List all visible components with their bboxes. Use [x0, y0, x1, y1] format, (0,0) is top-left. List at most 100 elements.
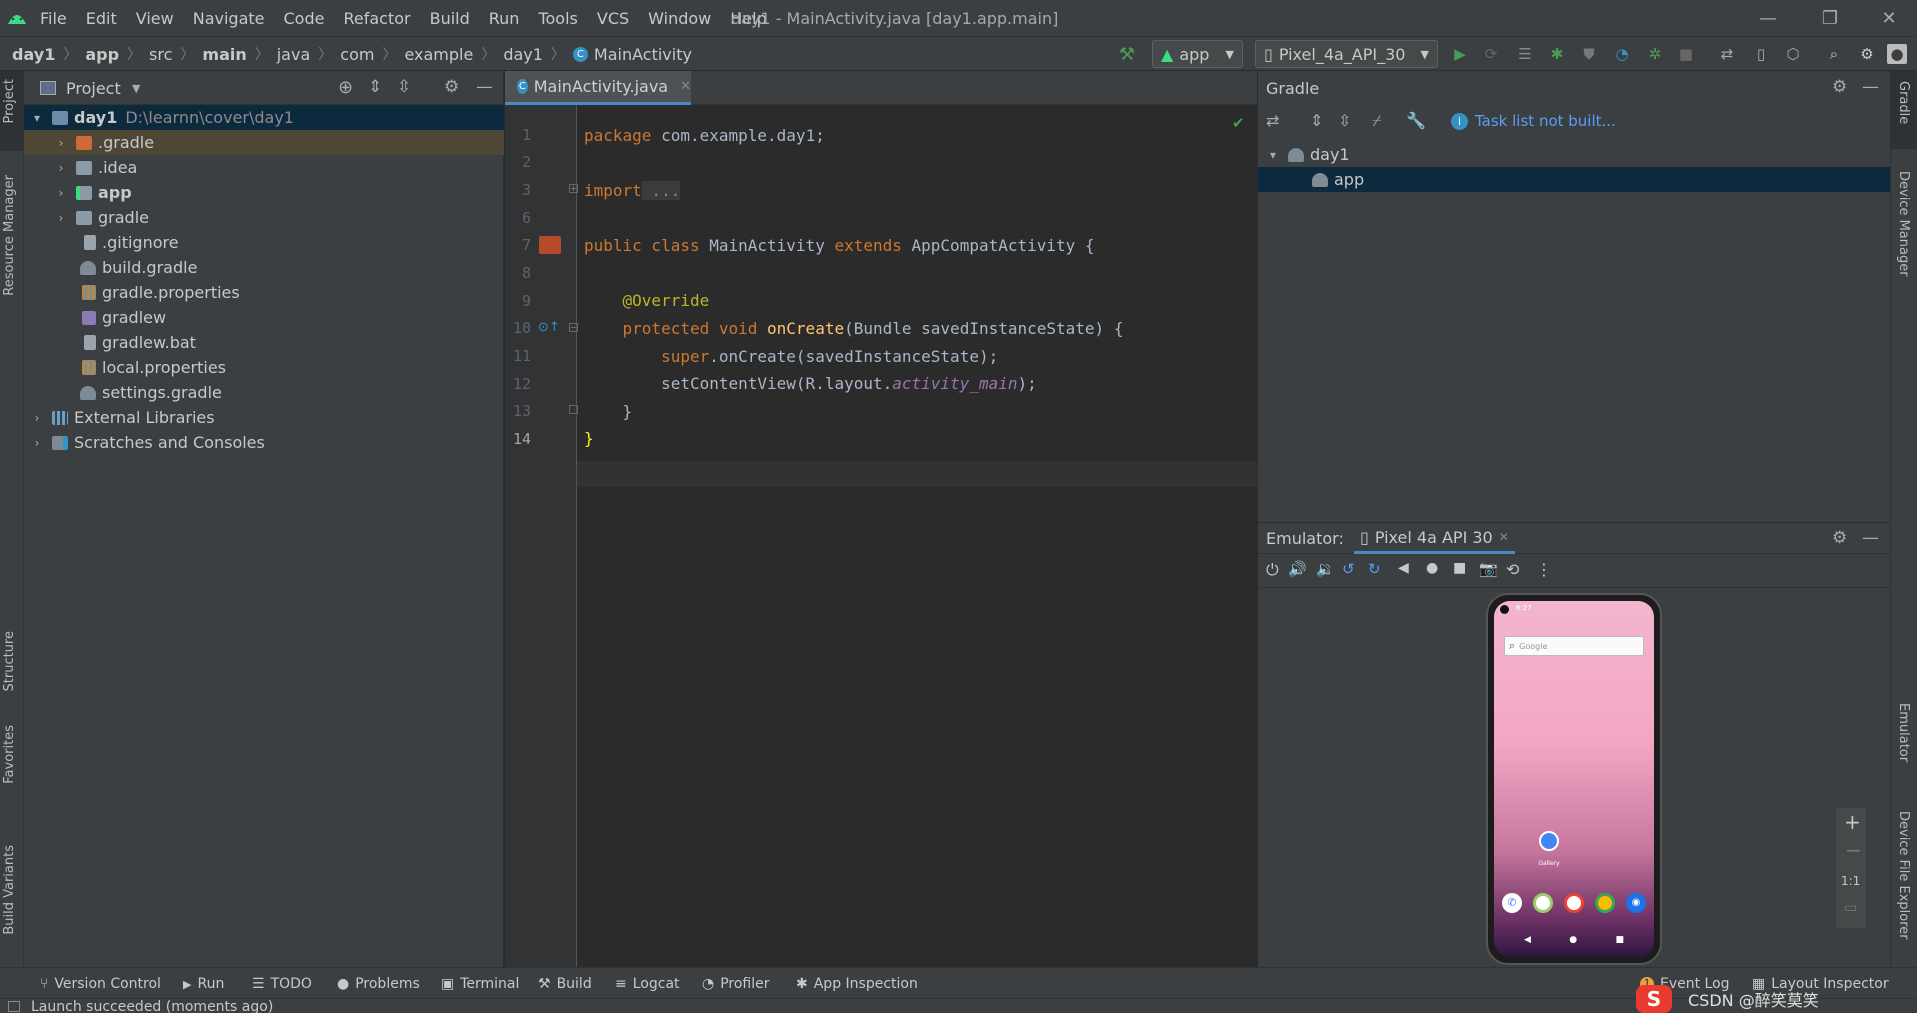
device-select[interactable]: ▯ Pixel_4a_API_30 ▼ [1255, 40, 1438, 68]
run-button[interactable]: ▶ [1450, 44, 1470, 64]
apply-code-changes-button[interactable]: ☰ [1515, 44, 1535, 64]
camera-app-icon[interactable]: ◉ [1626, 893, 1646, 913]
back-icon[interactable]: ◀ [1398, 560, 1409, 576]
crumb-app[interactable]: app [85, 45, 119, 64]
close-tab-icon[interactable]: ✕ [1499, 530, 1509, 544]
folded-imports[interactable]: ... [641, 181, 681, 200]
tab-logcat[interactable]: ≡ Logcat [615, 973, 680, 995]
crumb-main[interactable]: main [202, 45, 246, 64]
tool-tab-build-variants[interactable]: Build Variants [2, 845, 17, 935]
crumb-com[interactable]: com [340, 45, 374, 64]
menu-vcs[interactable]: VCS [597, 9, 629, 28]
fold-end-icon[interactable] [569, 405, 578, 414]
tree-item-local-properties[interactable]: local.properties [24, 355, 504, 380]
gear-icon[interactable]: ⚙ [444, 77, 459, 97]
crumb-day1[interactable]: day1 [12, 45, 55, 64]
tab-terminal[interactable]: ▣ Terminal [441, 973, 519, 995]
nav-back-icon[interactable]: ◀ [1524, 935, 1531, 945]
tool-tab-emulator[interactable]: Emulator [1896, 703, 1911, 762]
make-project-button[interactable]: ⚒ [1117, 44, 1137, 65]
tree-item-build-gradle[interactable]: build.gradle [24, 255, 504, 280]
rotate-right-icon[interactable]: ↻ [1368, 560, 1381, 578]
app-gallery[interactable]: Gallery [1534, 831, 1564, 869]
expand-all-icon[interactable]: ⇕ [1310, 111, 1323, 130]
emulator-device-tab[interactable]: ▯ Pixel 4a API 30 ✕ [1354, 523, 1515, 554]
menu-refactor[interactable]: Refactor [343, 9, 410, 28]
menu-file[interactable]: File [40, 9, 67, 28]
toggle-offline-icon[interactable]: ⌿ [1372, 111, 1382, 131]
run-config-select[interactable]: ▲ app ▼ [1152, 40, 1243, 68]
caret-down-icon[interactable]: ▼ [132, 82, 140, 95]
debug-button[interactable]: ✱ [1547, 44, 1567, 64]
zoom-out-icon[interactable]: − [1845, 838, 1862, 862]
tree-item-gradlew[interactable]: gradlew [24, 305, 504, 330]
tab-todo[interactable]: ☰ TODO [252, 973, 312, 995]
menu-navigate[interactable]: Navigate [193, 9, 265, 28]
crumb-mainactivity[interactable]: MainActivity [594, 45, 692, 64]
task-list-link[interactable]: Task list not built... [1475, 112, 1616, 130]
menu-build[interactable]: Build [430, 9, 470, 28]
apply-changes-button[interactable]: ⟳ [1481, 44, 1501, 64]
wrench-icon[interactable]: 🔧 [1406, 111, 1426, 130]
fold-icon[interactable]: + [569, 184, 578, 193]
maps-app-icon[interactable] [1564, 893, 1584, 913]
tool-tab-favorites[interactable]: Favorites [2, 725, 17, 784]
tool-tab-structure[interactable]: Structure [2, 631, 17, 691]
status-checkbox-icon[interactable] [8, 1001, 20, 1012]
tool-tab-device-file-explorer[interactable]: Device File Explorer [1896, 811, 1911, 940]
device-screen[interactable]: 6:27 ⌕ Google Gallery ✆ ◉ ◀ ● ■ [1494, 601, 1654, 957]
hide-panel-icon[interactable]: — [476, 77, 493, 97]
tree-item-app[interactable]: › app [24, 180, 504, 205]
zoom-in-icon[interactable]: + [1844, 810, 1861, 834]
tree-item-gitignore[interactable]: .gitignore [24, 230, 504, 255]
tree-item-settings-gradle[interactable]: settings.gradle [24, 380, 504, 405]
locate-file-icon[interactable]: ⊕ [338, 77, 353, 98]
hide-panel-icon[interactable]: — [1862, 77, 1879, 97]
tab-run[interactable]: ▶ Run [183, 973, 224, 995]
emulator-device-frame[interactable]: 6:27 ⌕ Google Gallery ✆ ◉ ◀ ● ■ [1486, 593, 1662, 965]
rotate-left-icon[interactable]: ↺ [1342, 560, 1355, 578]
crumb-day1-package[interactable]: day1 [503, 45, 543, 64]
menu-edit[interactable]: Edit [86, 9, 117, 28]
class-run-gutter-icon[interactable] [539, 236, 561, 254]
power-icon[interactable]: ⏻ [1266, 560, 1279, 580]
menu-run[interactable]: Run [489, 9, 520, 28]
tree-root-day1[interactable]: ▾ day1 D:\learnn\cover\day1 [24, 105, 504, 130]
project-view-title[interactable]: Project [66, 79, 121, 98]
fit-screen-icon[interactable]: ▭ [1844, 900, 1857, 916]
crumb-example[interactable]: example [404, 45, 473, 64]
collapse-all-icon[interactable]: ⇳ [1338, 111, 1351, 130]
sdk-manager-button[interactable]: ⬡ [1783, 44, 1803, 64]
tab-app-inspection[interactable]: ✱ App Inspection [796, 973, 918, 995]
expand-all-icon[interactable]: ⇕ [368, 77, 382, 97]
tree-item-gradlew-bat[interactable]: gradlew.bat [24, 330, 504, 355]
coverage-button[interactable]: ⛊ [1579, 44, 1599, 64]
tool-tab-gradle[interactable]: Gradle [1896, 81, 1911, 124]
tree-item-gradle-dir[interactable]: › .gradle [24, 130, 504, 155]
more-icon[interactable]: ⋮ [1536, 560, 1552, 579]
messages-app-icon[interactable] [1533, 893, 1553, 913]
tool-tab-project[interactable]: Project [2, 79, 17, 123]
crumb-java[interactable]: java [277, 45, 311, 64]
tool-tab-resource-manager[interactable]: Resource Manager [2, 175, 17, 296]
attach-debugger-button[interactable]: ✲ [1645, 44, 1665, 64]
tab-problems[interactable]: ● Problems [337, 973, 420, 995]
settings-button[interactable]: ⚙ [1857, 44, 1877, 64]
reload-gradle-icon[interactable]: ⇄ [1266, 111, 1279, 130]
fold-icon[interactable]: − [569, 323, 578, 332]
chrome-app-icon[interactable] [1595, 893, 1615, 913]
account-button[interactable]: ● [1887, 44, 1907, 64]
gear-icon[interactable]: ⚙ [1832, 77, 1847, 97]
tree-item-idea[interactable]: › .idea [24, 155, 504, 180]
override-gutter-icon[interactable]: ⊙↑ [538, 320, 560, 335]
close-window-button[interactable]: ✕ [1866, 0, 1912, 36]
home-icon[interactable]: ● [1426, 560, 1438, 576]
overview-icon[interactable]: ■ [1453, 560, 1466, 576]
tab-mainactivity[interactable]: C MainActivity.java ✕ [505, 71, 691, 105]
sync-gradle-button[interactable]: ⇄ [1717, 44, 1737, 64]
tab-version-control[interactable]: ⑂ Version Control [40, 973, 161, 995]
profile-button[interactable]: ◔ [1612, 44, 1632, 64]
tab-profiler[interactable]: ◔ Profiler [702, 973, 770, 995]
tree-item-gradle-folder[interactable]: › gradle [24, 205, 504, 230]
google-search-bar[interactable]: ⌕ Google [1504, 636, 1644, 656]
